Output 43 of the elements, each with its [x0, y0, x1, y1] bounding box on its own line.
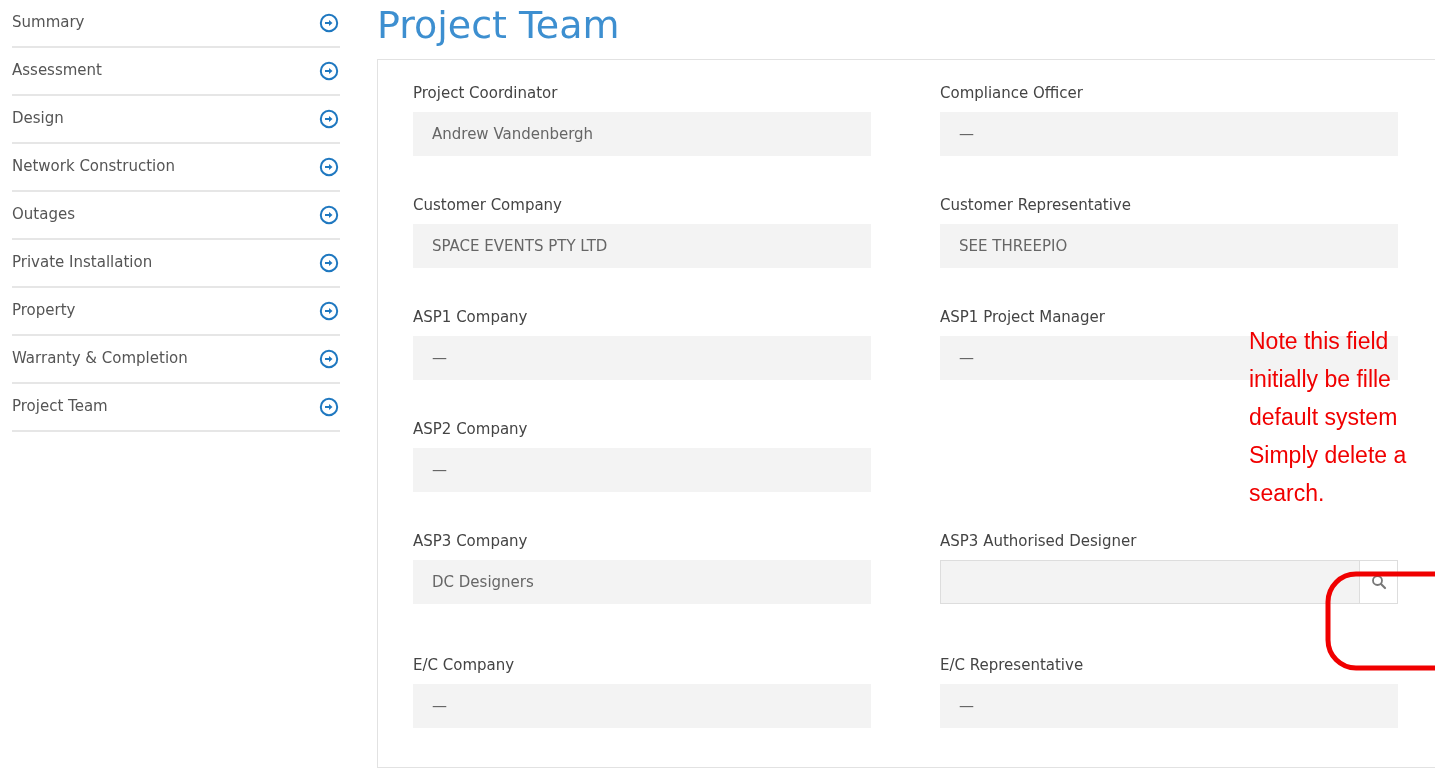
- field-label: ASP3 Authorised Designer: [940, 531, 1138, 552]
- readonly-field: —: [413, 336, 871, 380]
- field-label: Compliance Officer: [940, 83, 1084, 104]
- search-button[interactable]: [1359, 561, 1397, 603]
- field-label: ASP1 Company: [413, 307, 529, 328]
- readonly-field: —: [940, 684, 1398, 728]
- sidebar-item[interactable]: Property: [12, 288, 340, 336]
- arrow-circle-icon: [319, 349, 339, 369]
- sidebar-item[interactable]: Project Team: [12, 384, 340, 432]
- annotation-note: Note this field initially be fille default system Simply delete a search.: [1249, 327, 1407, 508]
- arrow-circle-icon: [319, 109, 339, 129]
- search-field[interactable]: [940, 560, 1398, 604]
- readonly-field: Andrew Vandenbergh: [413, 112, 871, 156]
- page-title: Project Team: [377, 2, 621, 49]
- readonly-field: —: [413, 448, 871, 492]
- sidebar-item[interactable]: Network Construction: [12, 144, 340, 192]
- field-label: Customer Company: [413, 195, 563, 216]
- readonly-field: —: [940, 112, 1398, 156]
- field-label: E/C Representative: [940, 655, 1085, 676]
- readonly-field: DC Designers: [413, 560, 871, 604]
- sidebar-item[interactable]: Assessment: [12, 48, 340, 96]
- search-icon: [1370, 574, 1387, 590]
- arrow-circle-icon: [319, 397, 339, 417]
- readonly-field: SPACE EVENTS PTY LTD: [413, 224, 871, 268]
- readonly-field: SEE THREEPIO: [940, 224, 1398, 268]
- sidebar-item[interactable]: Outages: [12, 192, 340, 240]
- sidebar-item[interactable]: Summary: [12, 0, 340, 48]
- readonly-field: —: [413, 684, 871, 728]
- field-label: ASP2 Company: [413, 419, 529, 440]
- arrow-circle-icon: [319, 61, 339, 81]
- arrow-circle-icon: [319, 13, 339, 33]
- arrow-circle-icon: [319, 301, 339, 321]
- sidebar-item[interactable]: Design: [12, 96, 340, 144]
- arrow-circle-icon: [319, 157, 339, 177]
- field-label: ASP1 Project Manager: [940, 307, 1106, 328]
- field-label: Project Coordinator: [413, 83, 559, 104]
- arrow-circle-icon: [319, 205, 339, 225]
- field-label: Customer Representative: [940, 195, 1132, 216]
- sidebar-item[interactable]: Warranty & Completion: [12, 336, 340, 384]
- sidebar-item[interactable]: Private Installation: [12, 240, 340, 288]
- field-label: ASP3 Company: [413, 531, 529, 552]
- field-label: E/C Company: [413, 655, 516, 676]
- arrow-circle-icon: [319, 253, 339, 273]
